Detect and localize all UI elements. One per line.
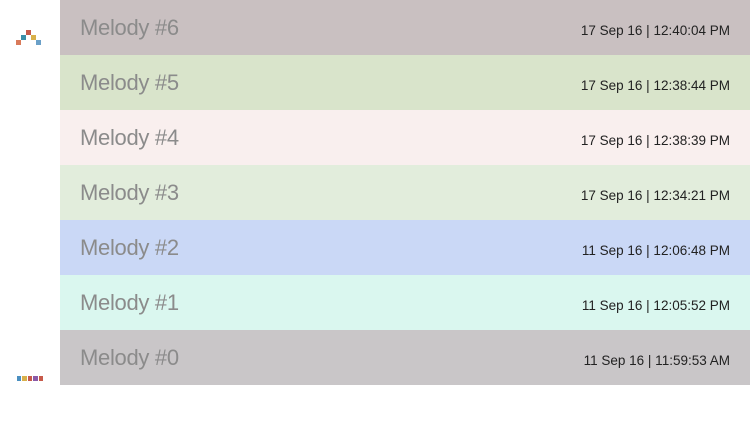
melody-list: Melody #6 17 Sep 16 | 12:40:04 PM Melody…: [60, 0, 750, 385]
melody-timestamp: 17 Sep 16 | 12:38:39 PM: [580, 133, 730, 148]
melody-row[interactable]: Melody #6 17 Sep 16 | 12:40:04 PM: [60, 0, 750, 55]
melody-timestamp: 11 Sep 16 | 11:59:53 AM: [583, 353, 730, 368]
melody-row[interactable]: Melody #1 11 Sep 16 | 12:05:52 PM: [60, 275, 750, 330]
melody-name: Melody #3: [80, 180, 179, 205]
menu-dot: [27, 376, 33, 381]
menu-dot: [22, 376, 27, 381]
melody-row[interactable]: Melody #4 17 Sep 16 | 12:38:39 PM: [60, 110, 750, 165]
melody-timestamp: 17 Sep 16 | 12:40:04 PM: [580, 23, 730, 38]
melody-name: Melody #1: [80, 290, 179, 315]
melody-name: Melody #5: [80, 70, 179, 95]
melody-row[interactable]: Melody #5 17 Sep 16 | 12:38:44 PM: [60, 55, 750, 110]
melody-name: Melody #2: [80, 235, 179, 260]
pixel-mosaic-logo-icon[interactable]: [16, 30, 44, 46]
melody-timestamp: 17 Sep 16 | 12:34:21 PM: [580, 188, 730, 203]
melody-timestamp: 11 Sep 16 | 12:06:48 PM: [581, 243, 730, 258]
melody-timestamp: 17 Sep 16 | 12:38:44 PM: [580, 78, 730, 93]
melody-row[interactable]: Melody #2 11 Sep 16 | 12:06:48 PM: [60, 220, 750, 275]
app-window: Melody #6 17 Sep 16 | 12:40:04 PM Melody…: [0, 0, 750, 422]
menu-dot: [17, 376, 22, 381]
menu-dot: [38, 376, 44, 381]
melody-name: Melody #6: [80, 15, 179, 40]
melody-name: Melody #0: [80, 345, 179, 370]
logo-pixel: [16, 40, 21, 45]
menu-dot: [33, 376, 38, 381]
melody-timestamp: 11 Sep 16 | 12:05:52 PM: [581, 298, 730, 313]
pixel-dots-menu-icon[interactable]: [17, 376, 44, 381]
logo-pixel: [36, 40, 41, 45]
logo-pixel: [21, 35, 26, 40]
sidebar: [0, 0, 60, 422]
melody-row[interactable]: Melody #3 17 Sep 16 | 12:34:21 PM: [60, 165, 750, 220]
melody-name: Melody #4: [80, 125, 179, 150]
melody-row[interactable]: Melody #0 11 Sep 16 | 11:59:53 AM: [60, 330, 750, 385]
